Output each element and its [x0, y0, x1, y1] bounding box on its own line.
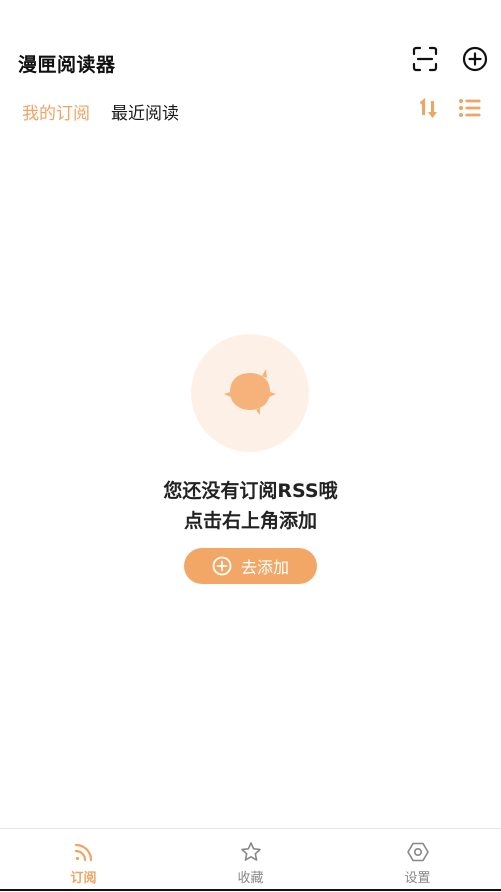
rss-icon [72, 840, 96, 864]
settings-icon [406, 840, 430, 864]
empty-illustration [191, 334, 309, 452]
empty-message: 您还没有订阅RSS哦 [163, 480, 338, 502]
nav-item-subscriptions[interactable]: 订阅 [0, 829, 167, 892]
nav-item-settings[interactable]: 设置 [334, 829, 501, 892]
app-header: 漫匣阅读器 [0, 0, 501, 92]
add-circle-icon [462, 46, 488, 76]
sort-button[interactable] [416, 96, 444, 124]
nav-label-subscriptions: 订阅 [70, 871, 97, 886]
scan-button[interactable] [410, 46, 440, 76]
nav-label-settings: 设置 [404, 871, 431, 886]
plus-circle-icon [212, 556, 232, 576]
add-subscription-button[interactable] [460, 46, 490, 76]
tabs-row: 我的订阅 最近阅读 [0, 92, 501, 132]
go-add-label: 去添加 [240, 558, 289, 577]
scan-icon [412, 46, 438, 76]
list-view-icon [457, 95, 483, 125]
tab-recent-reading[interactable]: 最近阅读 [111, 99, 179, 124]
sort-icon [417, 95, 443, 125]
go-add-button[interactable]: 去添加 [184, 548, 317, 584]
nav-item-favorites[interactable]: 收藏 [167, 829, 334, 892]
empty-hint: 点击右上角添加 [183, 510, 317, 532]
star-icon [239, 840, 263, 864]
list-view-button[interactable] [456, 96, 484, 124]
bottom-nav: 订阅 收藏 设置 [0, 828, 501, 892]
app-title: 漫匣阅读器 [18, 54, 116, 76]
empty-box-icon [220, 366, 280, 420]
tab-my-subscriptions[interactable]: 我的订阅 [22, 99, 90, 124]
nav-label-favorites: 收藏 [237, 871, 264, 886]
